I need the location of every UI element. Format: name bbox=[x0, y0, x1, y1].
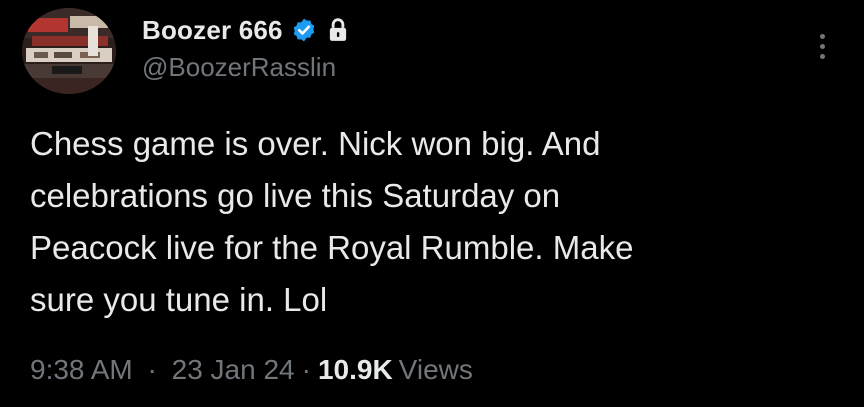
avatar-image bbox=[22, 8, 116, 94]
tweet-text: Chess game is over. Nick won big. And ce… bbox=[30, 125, 634, 318]
views-link[interactable]: 10.9K Views bbox=[318, 354, 473, 386]
more-dot-icon bbox=[819, 53, 825, 59]
meta-separator: · bbox=[147, 354, 157, 385]
views-count: 10.9K bbox=[317, 354, 393, 385]
tweet-time: 9:38 AM bbox=[30, 354, 133, 385]
tweet-header: Boozer 666 @BoozerRasslin bbox=[142, 12, 784, 83]
verified-badge-icon[interactable] bbox=[291, 17, 317, 43]
views-label: Views bbox=[398, 354, 473, 385]
tweet-meta: 9:38 AM · 23 Jan 24 · 10.9K Views bbox=[30, 354, 473, 386]
display-name[interactable]: Boozer 666 bbox=[142, 15, 283, 46]
more-options-button[interactable] bbox=[810, 28, 834, 64]
meta-separator: · bbox=[301, 354, 311, 385]
name-row: Boozer 666 bbox=[142, 12, 784, 48]
tweet-date: 23 Jan 24 bbox=[171, 354, 295, 385]
user-handle[interactable]: @BoozerRasslin bbox=[142, 52, 784, 83]
lock-icon bbox=[327, 17, 349, 43]
more-dot-icon bbox=[819, 33, 825, 39]
more-dot-icon bbox=[819, 43, 825, 49]
tweet-time-link[interactable]: 9:38 AM · 23 Jan 24 bbox=[30, 354, 295, 386]
tweet-card: Boozer 666 @BoozerRasslin Chess game is … bbox=[0, 0, 864, 407]
avatar[interactable] bbox=[22, 8, 116, 94]
